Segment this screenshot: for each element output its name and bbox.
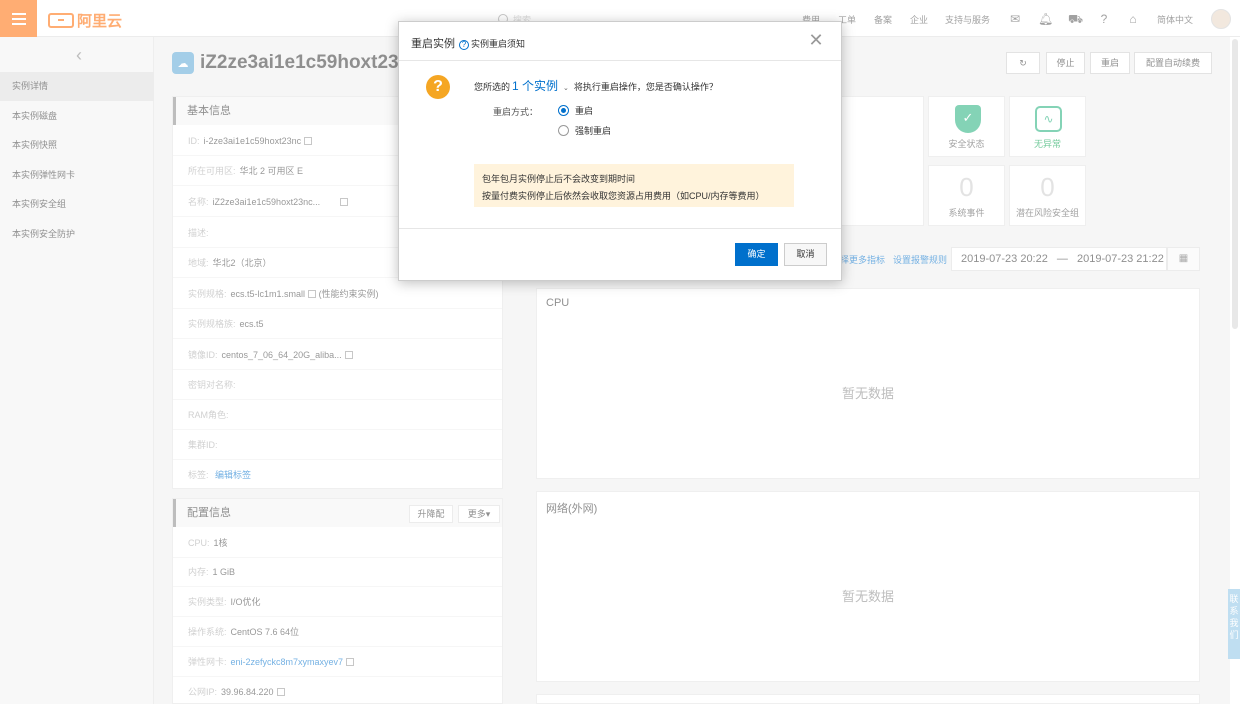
radio-unchecked-icon — [558, 125, 569, 136]
instance-count[interactable]: 1 个实例 — [512, 77, 558, 94]
radio-force-restart-label: 强制重启 — [575, 126, 612, 136]
radio-force-restart[interactable]: 强制重启 — [558, 124, 611, 137]
radio-restart-label: 重启 — [575, 106, 594, 116]
dialog-title: 重启实例 — [411, 38, 455, 50]
help-circle-icon[interactable]: ? — [459, 40, 469, 50]
restart-mode-label: 重启方式： — [493, 107, 539, 117]
close-icon[interactable]: ✕ — [808, 31, 824, 49]
notice-line: 按量付费实例停止后依然会收取您资源占用费用（如CPU/内存等费用） — [482, 191, 765, 201]
confirm-button[interactable]: 确定 — [735, 243, 778, 266]
cancel-button[interactable]: 取消 — [784, 243, 827, 266]
radio-restart[interactable]: 重启 — [558, 104, 593, 117]
notice-line: 包年包月实例停止后不会改变到期时间 — [482, 174, 636, 184]
confirm-message: 您所选的 1 个实例 ⌄ 将执行重启操作，您是否确认操作？ — [474, 77, 718, 94]
restart-notice-link[interactable]: 实例重启须知 — [471, 39, 525, 49]
dialog-divider — [399, 60, 841, 61]
confirm-prefix: 您所选的 — [474, 82, 511, 92]
chevron-down-icon[interactable]: ⌄ — [563, 84, 569, 92]
billing-notice: 包年包月实例停止后不会改变到期时间 按量付费实例停止后依然会收取您资源占用费用（… — [474, 164, 794, 207]
radio-checked-icon — [558, 105, 569, 116]
confirm-suffix: 将执行重启操作，您是否确认操作？ — [573, 82, 718, 92]
dialog-footer-divider — [399, 228, 841, 229]
restart-dialog: 重启实例? 实例重启须知 ✕ ? 您所选的 1 个实例 ⌄ 将执行重启操作，您是否… — [398, 21, 842, 281]
dialog-title-row: 重启实例? 实例重启须知 — [411, 35, 525, 51]
question-icon: ? — [426, 75, 450, 99]
